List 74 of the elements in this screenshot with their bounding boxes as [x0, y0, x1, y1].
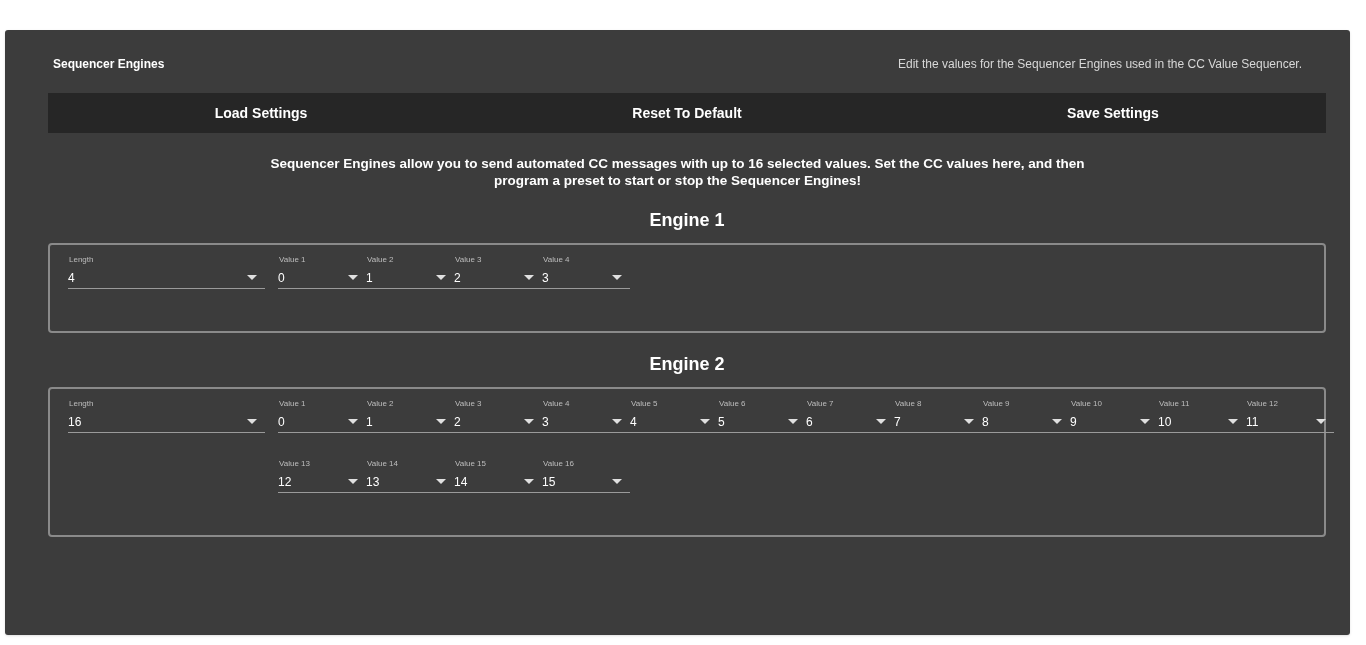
caret-icon [612, 479, 622, 484]
caret-icon [1140, 419, 1150, 424]
select-field[interactable]: 1 [366, 267, 454, 289]
caret-icon [1228, 419, 1238, 424]
panel-title: Sequencer Engines [53, 56, 165, 73]
caret-icon [612, 419, 622, 424]
field-label: Value 7 [806, 398, 834, 410]
field-label: Value 4 [542, 254, 570, 266]
field-label: Value 8 [894, 398, 922, 410]
select-field[interactable]: 14 [454, 471, 542, 493]
select-field[interactable]: 15 [542, 471, 630, 493]
caret-icon [247, 419, 257, 424]
field-label: Value 1 [278, 254, 306, 266]
field-label: Value 4 [542, 398, 570, 410]
select-field[interactable]: 3 [542, 411, 630, 433]
caret-icon [348, 479, 358, 484]
select-field[interactable]: 10 [1158, 411, 1246, 433]
select-field[interactable]: 4 [68, 267, 265, 289]
field-label: Value 16 [542, 458, 574, 470]
field-label: Value 12 [1246, 398, 1278, 410]
select-field[interactable]: 16 [68, 411, 265, 433]
field-label: Value 3 [454, 398, 482, 410]
select-field[interactable]: 0 [278, 411, 366, 433]
caret-icon [876, 419, 886, 424]
field-label: Value 3 [454, 254, 482, 266]
select-field[interactable]: 3 [542, 267, 630, 289]
field-label: Value 15 [454, 458, 486, 470]
field-label: Value 11 [1158, 398, 1190, 410]
caret-icon [964, 419, 974, 424]
select-field[interactable]: 7 [894, 411, 982, 433]
caret-icon [612, 275, 622, 280]
caret-icon [348, 275, 358, 280]
intro-text: Sequencer Engines allow you to send automated CC messages with up to 16 selected values. Set the CC values here, and then program a preset to start or stop the Sequencer Engines! [269, 155, 1086, 189]
select-field[interactable]: 2 [454, 411, 542, 433]
caret-icon [788, 419, 798, 424]
field-label: Value 9 [982, 398, 1010, 410]
field-label: Value 2 [366, 398, 394, 410]
engine-title: Engine 1 [649, 209, 725, 231]
caret-icon [1316, 419, 1326, 424]
caret-icon [348, 419, 358, 424]
caret-icon [436, 479, 446, 484]
toolbar-button[interactable]: Reset To Default [474, 93, 900, 133]
field-label: Value 1 [278, 398, 306, 410]
caret-icon [700, 419, 710, 424]
caret-icon [524, 275, 534, 280]
caret-icon [436, 275, 446, 280]
toolbar-button[interactable]: Save Settings [900, 93, 1326, 133]
select-field[interactable]: 0 [278, 267, 366, 289]
select-field[interactable]: 1 [366, 411, 454, 433]
select-field[interactable]: 9 [1070, 411, 1158, 433]
select-field[interactable]: 5 [718, 411, 806, 433]
field-label: Length [68, 254, 94, 266]
select-field[interactable]: 2 [454, 267, 542, 289]
toolbar-button[interactable]: Load Settings [48, 93, 474, 133]
select-field[interactable]: 11 [1246, 411, 1334, 433]
select-field[interactable]: 4 [630, 411, 718, 433]
caret-icon [524, 419, 534, 424]
select-field[interactable]: 6 [806, 411, 894, 433]
select-field[interactable]: 12 [278, 471, 366, 493]
caret-icon [524, 479, 534, 484]
field-label: Value 13 [278, 458, 310, 470]
field-label: Value 5 [630, 398, 658, 410]
select-field[interactable]: 8 [982, 411, 1070, 433]
field-label: Value 14 [366, 458, 398, 470]
panel-subtitle: Edit the values for the Sequencer Engines used in the CC Value Sequencer. [897, 56, 1302, 73]
select-field[interactable]: 13 [366, 471, 454, 493]
caret-icon [1052, 419, 1062, 424]
engine-title: Engine 2 [649, 353, 725, 375]
field-label: Value 10 [1070, 398, 1102, 410]
field-label: Value 6 [718, 398, 746, 410]
field-label: Length [68, 398, 94, 410]
caret-icon [436, 419, 446, 424]
field-label: Value 2 [366, 254, 394, 266]
caret-icon [247, 275, 257, 280]
